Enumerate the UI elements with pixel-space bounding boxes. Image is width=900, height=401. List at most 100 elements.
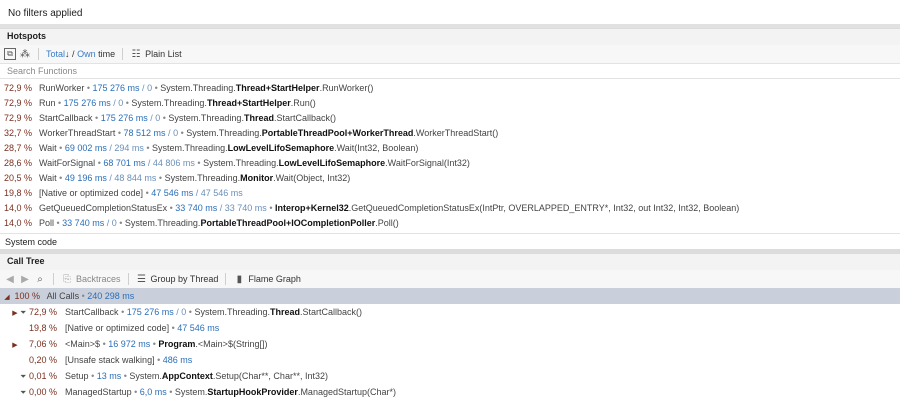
back-icon[interactable]: ◀ (4, 273, 16, 285)
row-function-name: Run (39, 98, 56, 108)
row-method: .Run() (290, 98, 316, 108)
row-method: .<Main>$(String[]) (195, 339, 268, 349)
row-method: .Setup(Char**, Char**, Int32) (212, 371, 328, 381)
row-percent: 28,6 % (3, 158, 32, 168)
call-tree-row[interactable]: 0,20 % [Unsafe stack walking] • 486 ms (0, 352, 900, 368)
row-total-time: 175 276 ms (100, 113, 148, 123)
separator-dot: • (84, 83, 93, 93)
row-namespace: System.Threading. (124, 218, 201, 228)
row-namespace: System.Threading. (152, 143, 228, 153)
row-percent: 72,9 % (3, 98, 32, 108)
row-method: .WaitForSignal(Int32) (385, 158, 470, 168)
row-percent: 14,0 % (3, 218, 32, 228)
row-total-time: 69 002 ms (64, 143, 107, 153)
search-icon[interactable]: ⌕ (34, 273, 46, 285)
separator-dot: • (115, 128, 124, 138)
sort-own-link[interactable]: Own (77, 49, 96, 59)
call-tree-row[interactable]: ▶ 7,06 % <Main>$ • 16 972 ms • Program.<Ma… (0, 336, 900, 352)
row-total-time: 47 546 ms (151, 188, 194, 198)
row-class: PortableThreadPool+WorkerThread (261, 128, 414, 138)
hotspot-row[interactable]: 19,8 % [Native or optimized code] • 47 54… (0, 186, 900, 201)
row-total-time: 13 ms (96, 371, 122, 381)
sort-toggle[interactable]: Total↓ / Own time (46, 49, 115, 59)
hotspot-row[interactable]: 20,5 % Wait • 49 196 ms / 48 844 ms • Sys… (0, 171, 900, 186)
root-percent: 100 % (14, 291, 41, 301)
sort-total-link[interactable]: Total (46, 49, 65, 59)
toolbar-divider (53, 273, 54, 285)
sort-slash: / (72, 49, 75, 59)
hotspot-row[interactable]: 28,6 % WaitForSignal • 68 701 ms / 44 806… (0, 156, 900, 171)
filter-tree-icon[interactable]: ⁂ (19, 48, 31, 60)
row-total-time: 49 196 ms (64, 173, 107, 183)
hotspots-title: Hotspots (0, 28, 900, 45)
call-tree-row[interactable]: 19,8 % [Native or optimized code] • 47 54… (0, 320, 900, 336)
row-total-time: 175 276 ms (92, 83, 140, 93)
row-total-time: 16 972 ms (108, 339, 151, 349)
row-class: Thread (269, 307, 300, 317)
row-slash: / (104, 218, 112, 228)
row-function-name: <Main>$ (65, 339, 101, 349)
hotspot-row[interactable]: 72,9 % RunWorker • 175 276 ms / 0 • Syste… (0, 81, 900, 96)
row-class: Interop+Kernel32 (274, 203, 349, 213)
merge-icon[interactable]: ⧉ (4, 48, 16, 60)
row-function-name: Poll (39, 218, 55, 228)
separator-dot: • (156, 173, 165, 183)
row-namespace: System.Threading. (160, 83, 236, 93)
backtraces-button[interactable]: Backtraces (76, 274, 121, 284)
separator-dot: • (154, 355, 163, 365)
row-function-name: StartCallback (65, 307, 119, 317)
row-namespace: System.Threading. (168, 113, 244, 123)
call-tree-row[interactable]: ▶ ⏷ 72,9 % StartCallback • 175 276 ms / 0 •… (0, 304, 900, 320)
row-percent: 72,9 % (3, 83, 32, 93)
root-name: All Calls (46, 291, 80, 301)
separator-dot: • (194, 158, 204, 168)
call-tree-list: ▶ ⏷ 72,9 % StartCallback • 175 276 ms / 0 •… (0, 304, 900, 400)
call-tree-row[interactable]: ⏷ 0,01 % Setup • 13 ms • System.AppContext… (0, 368, 900, 384)
toolbar-divider (225, 273, 227, 285)
row-own-time: 294 ms (114, 143, 144, 153)
row-function-name: WaitForSignal (39, 158, 96, 168)
search-input[interactable]: Search Functions (0, 63, 900, 79)
system-code-bar[interactable]: System code (0, 233, 900, 248)
call-tree-row[interactable]: ⏷ 0,00 % ManagedStartup • 6,0 ms • System.… (0, 384, 900, 400)
toolbar-divider (122, 48, 124, 60)
plain-list-button[interactable]: Plain List (145, 49, 182, 59)
hotspot-row[interactable]: 14,0 % Poll • 33 740 ms / 0 • System.Thre… (0, 216, 900, 231)
hotspot-row[interactable]: 32,7 % WorkerThreadStart • 78 512 ms / 0 … (0, 126, 900, 141)
separator-dot: • (92, 113, 101, 123)
separator-dot: • (266, 203, 275, 213)
forward-icon[interactable]: ▶ (19, 273, 31, 285)
call-tree-title: Call Tree (0, 253, 900, 270)
row-percent: 0,20 % (29, 355, 58, 365)
row-method: .Wait(Object, Int32) (273, 173, 351, 183)
row-total-time: 486 ms (162, 355, 193, 365)
row-function-name: ManagedStartup (65, 387, 132, 397)
row-namespace: System.Threading. (131, 98, 207, 108)
hotspot-row[interactable]: 14,0 % GetQueuedCompletionStatusEx • 33 7… (0, 201, 900, 216)
row-slash: / (139, 83, 148, 93)
row-function-name: Wait (39, 143, 57, 153)
row-class: AppContext (161, 371, 213, 381)
hotspot-row[interactable]: 28,7 % Wait • 69 002 ms / 294 ms • System… (0, 141, 900, 156)
sort-direction-icon: ↓ (65, 49, 70, 59)
separator-dot: • (143, 143, 153, 153)
row-own-time: 47 546 ms (200, 188, 243, 198)
tree-root-row[interactable]: ◢ 100 % All Calls • 240 298 ms (0, 288, 900, 304)
separator-dot: • (100, 339, 109, 349)
hotspot-row[interactable]: 72,9 % Run • 175 276 ms / 0 • System.Thre… (0, 96, 900, 111)
row-slash: / (145, 158, 153, 168)
hotspot-row[interactable]: 72,9 % StartCallback • 175 276 ms / 0 • S… (0, 111, 900, 126)
row-class: Thread+StartHelper (206, 98, 291, 108)
row-percent: 28,7 % (3, 143, 32, 153)
row-method: .RunWorker() (319, 83, 374, 93)
root-total: 240 298 ms (87, 291, 135, 301)
toolbar-divider (127, 273, 129, 285)
row-total-time: 33 740 ms (62, 218, 105, 228)
flame-graph-button[interactable]: Flame Graph (248, 274, 301, 284)
separator-dot: • (118, 307, 127, 317)
row-percent: 14,0 % (3, 203, 32, 213)
group-by-thread-button[interactable]: Group by Thread (151, 274, 219, 284)
separator-dot: • (166, 387, 175, 397)
filters-bar: No filters applied (0, 0, 900, 24)
row-total-time: 68 701 ms (103, 158, 146, 168)
